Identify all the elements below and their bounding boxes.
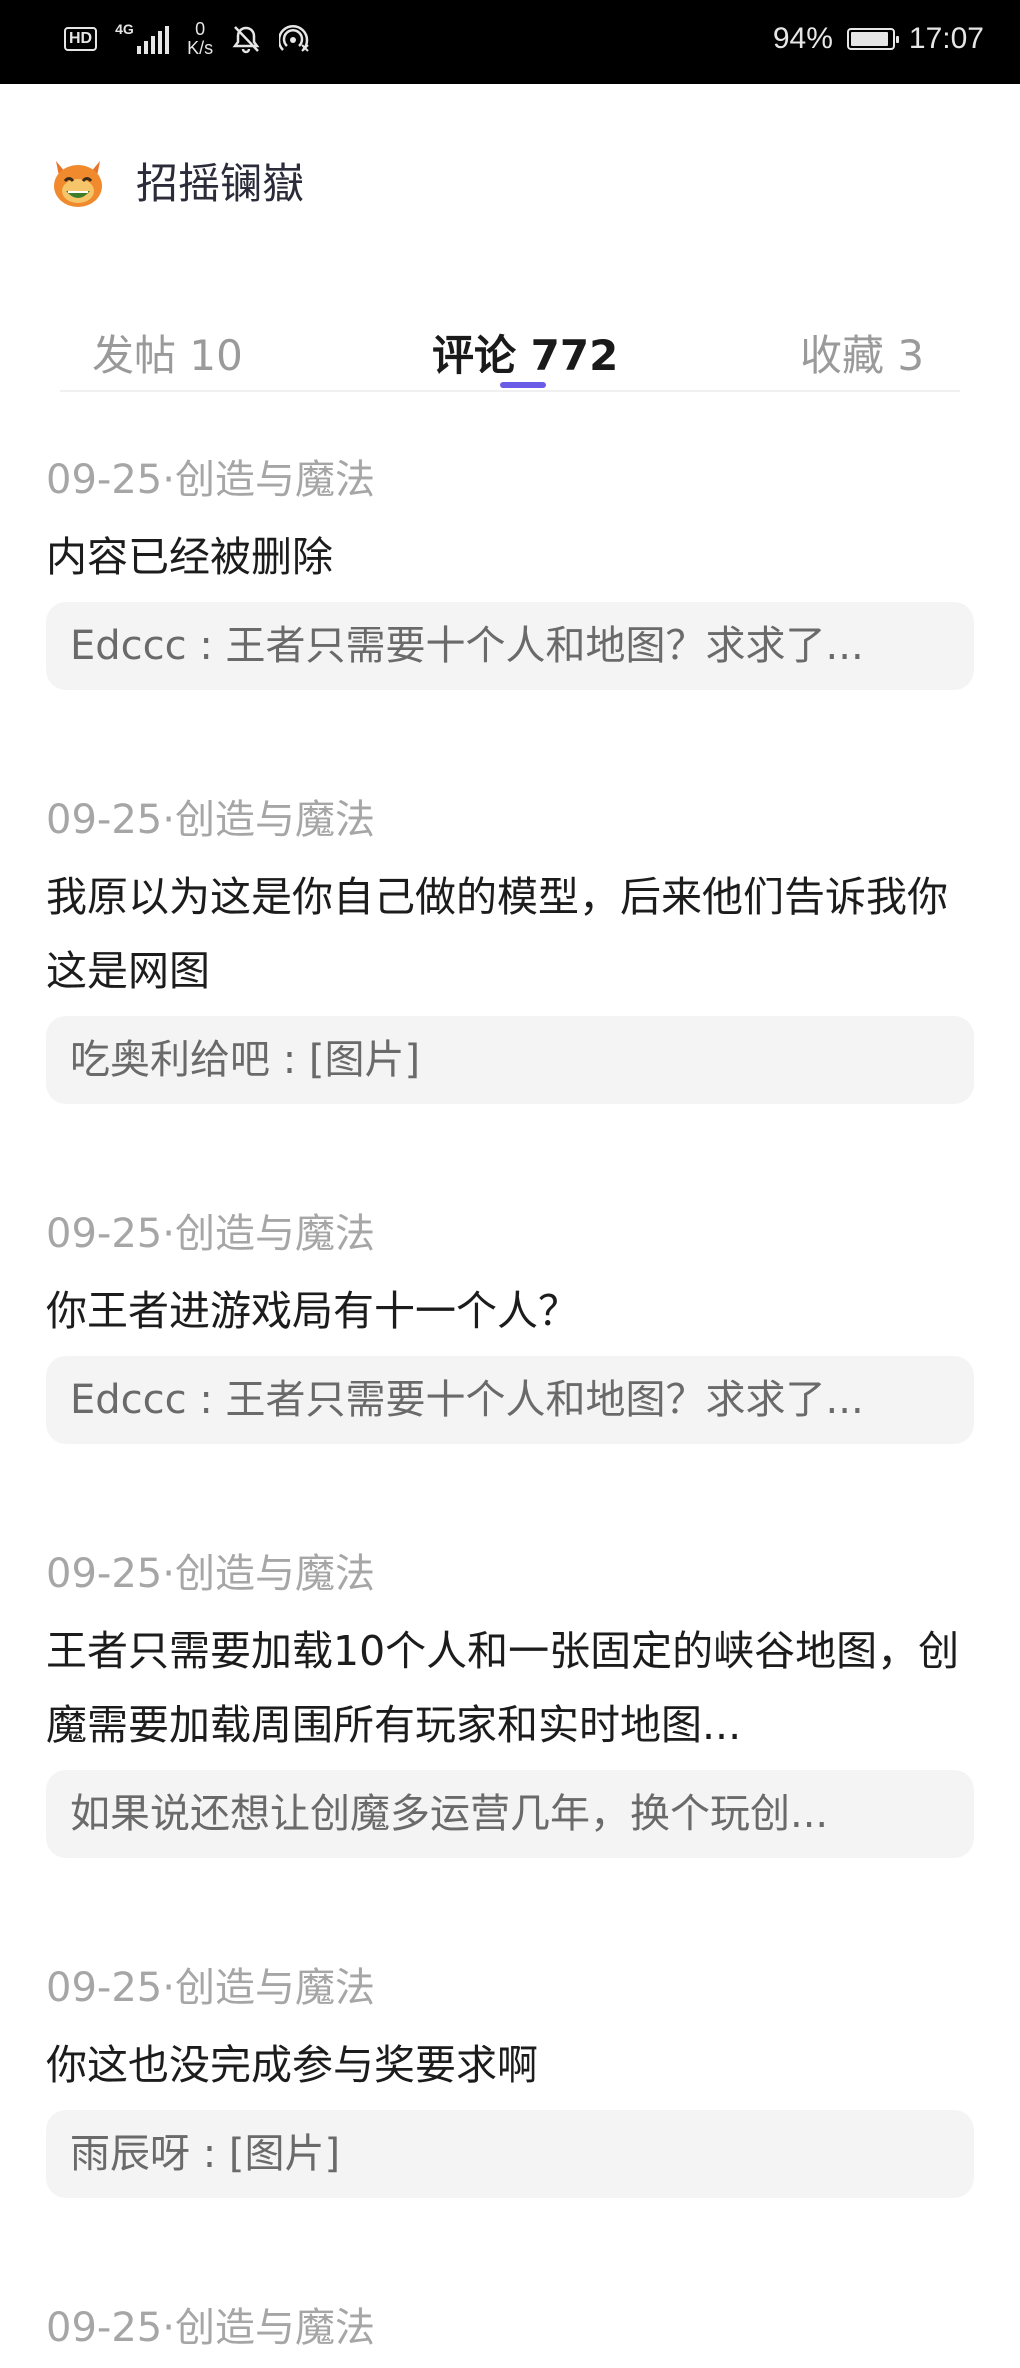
- cat-emoji-avatar-icon[interactable]: [48, 151, 108, 211]
- quoted-reply[interactable]: 吃奥利给吧 : [图片]: [46, 1016, 974, 1104]
- user-header[interactable]: 招摇镧嶽: [48, 150, 304, 211]
- comment-meta: 09-25·创造与魔法: [46, 797, 375, 843]
- network-type-label: 4G: [115, 21, 134, 37]
- comment-content[interactable]: 我原以为这是你自己做的模型，后来他们告诉我你这是网图: [46, 860, 974, 1008]
- mute-icon: [232, 26, 260, 54]
- quoted-reply[interactable]: Edccc : 王者只需要十个人和地图？求求了...: [46, 602, 974, 690]
- speed-unit: K/s: [187, 38, 214, 58]
- comment-content[interactable]: 王者只需要加载10个人和一张固定的峡谷地图，创魔需要加载周围所有玩家和实时地图.…: [46, 1614, 974, 1762]
- signal-icon: 4G: [115, 21, 170, 54]
- comment-item[interactable]: 09-25·创造与魔法 你王者进游戏局有十一个人？ Edccc : 王者只需要十…: [46, 1194, 974, 1444]
- tab-favorites[interactable]: 收藏 3: [800, 322, 924, 383]
- comment-content[interactable]: 你王者进游戏局有十一个人？: [46, 1274, 974, 1348]
- status-right: 94% 17:07: [773, 22, 984, 56]
- speed-value: 0: [195, 19, 206, 39]
- comment-item[interactable]: 09-25·创造与魔法 我原以为这是你自己做的模型，后来他们告诉我你这是网图 吃…: [46, 780, 974, 1104]
- hd-icon: HD: [64, 27, 98, 51]
- comment-item[interactable]: 09-25·创造与魔法 内容已经被删除 Edccc : 王者只需要十个人和地图？…: [46, 440, 974, 690]
- comment-meta: 09-25·创造与魔法: [46, 457, 375, 503]
- active-tab-indicator: [500, 382, 546, 388]
- status-left-icons: HD 4G 0 K/s: [64, 20, 311, 58]
- quoted-reply[interactable]: 如果说还想让创魔多运营几年，换个玩创...: [46, 1770, 974, 1858]
- comment-meta: 09-25·创造与魔法: [46, 2305, 375, 2351]
- network-speed: 0 K/s: [187, 20, 213, 58]
- comment-item[interactable]: 09-25·创造与魔法 你这也没完成参与奖要求啊 雨辰呀 : [图片]: [46, 1948, 974, 2198]
- tab-comments[interactable]: 评论 772: [432, 322, 618, 383]
- clock: 17:07: [908, 22, 984, 55]
- comment-item[interactable]: 09-25·创造与魔法: [46, 2288, 974, 2368]
- comment-content[interactable]: 内容已经被删除: [46, 520, 974, 594]
- comment-item[interactable]: 09-25·创造与魔法 王者只需要加载10个人和一张固定的峡谷地图，创魔需要加载…: [46, 1534, 974, 1858]
- status-bar: HD 4G 0 K/s 94% 17:07: [0, 0, 1020, 84]
- comment-meta: 09-25·创造与魔法: [46, 1551, 375, 1597]
- battery-percent: 94%: [772, 22, 833, 55]
- username[interactable]: 招摇镧嶽: [136, 150, 304, 211]
- comment-meta: 09-25·创造与魔法: [46, 1965, 375, 2011]
- comment-meta: 09-25·创造与魔法: [46, 1211, 375, 1257]
- quoted-reply[interactable]: 雨辰呀 : [图片]: [46, 2110, 974, 2198]
- quoted-reply[interactable]: Edccc : 王者只需要十个人和地图？求求了...: [46, 1356, 974, 1444]
- comment-list: 09-25·创造与魔法 内容已经被删除 Edccc : 王者只需要十个人和地图？…: [46, 440, 974, 2368]
- comment-content[interactable]: 你这也没完成参与奖要求啊: [46, 2028, 974, 2102]
- tab-posts[interactable]: 发帖 10: [92, 322, 243, 383]
- hotspot-icon: [279, 24, 309, 52]
- profile-tabs: 发帖 10 评论 772 收藏 3: [60, 300, 960, 392]
- battery-icon: [846, 28, 899, 50]
